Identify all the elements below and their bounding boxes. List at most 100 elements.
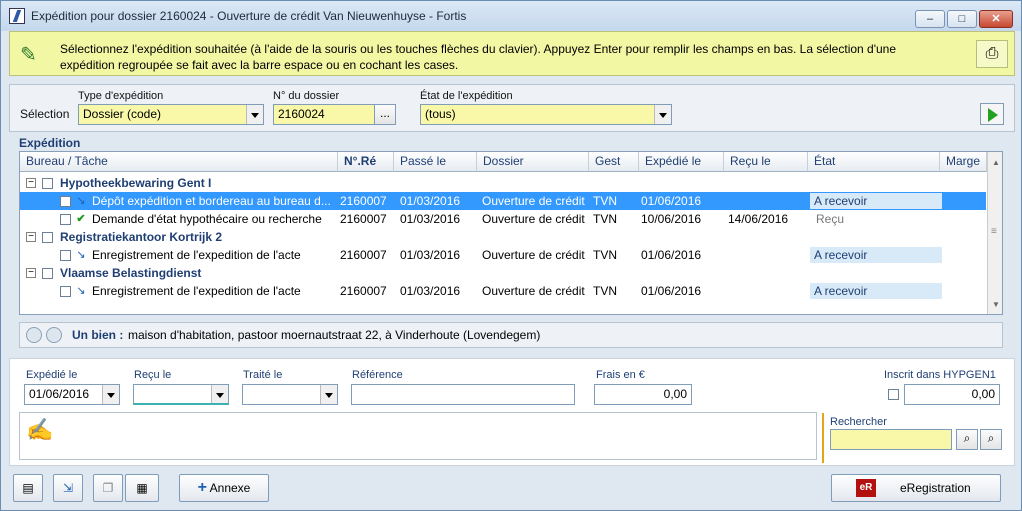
group-checkbox[interactable] xyxy=(42,178,53,189)
transfer-arrow-icon: ⇲ xyxy=(62,481,74,495)
col-gest[interactable]: Gest xyxy=(589,152,639,172)
calendar-button[interactable]: ▦ xyxy=(125,474,159,502)
dossier-cell: Ouverture de crédit xyxy=(482,212,585,226)
info-text: Sélectionnez l'expédition souhaitée (à l… xyxy=(60,42,897,72)
eregistration-logo-icon: eR xyxy=(856,479,876,497)
vertical-scrollbar[interactable]: ▲ ≡ ▼ xyxy=(987,152,1002,314)
dossier-input[interactable]: 2160024 xyxy=(273,104,375,125)
notes-area[interactable]: ✍ xyxy=(19,412,817,460)
browse-dossier-button[interactable]: ... xyxy=(374,104,396,125)
chevron-down-icon[interactable] xyxy=(654,105,671,124)
selection-label: Sélection xyxy=(20,107,70,121)
row-checkbox[interactable] xyxy=(60,250,71,261)
table-row[interactable]: ↘ Dépôt expédition et bordereau au burea… xyxy=(20,192,986,210)
row-checkbox[interactable] xyxy=(60,196,71,207)
printer-icon: ⎙ xyxy=(985,45,999,62)
col-expedie[interactable]: Expédié le xyxy=(639,152,724,172)
col-ref[interactable]: N°.Ré xyxy=(338,152,394,172)
scroll-grip-icon[interactable]: ≡ xyxy=(991,226,997,237)
printer-button[interactable]: ⎙ xyxy=(976,40,1008,68)
eregistration-label: eRegistration xyxy=(900,481,971,495)
col-etat[interactable]: État xyxy=(808,152,940,172)
expedie-date-input[interactable]: 01/06/2016 xyxy=(24,384,120,405)
col-dossier[interactable]: Dossier xyxy=(477,152,589,172)
col-passe[interactable]: Passé le xyxy=(394,152,477,172)
ref-cell: 2160007 xyxy=(340,212,387,226)
transfer-button[interactable]: ⇲ xyxy=(53,474,83,502)
collapse-icon[interactable]: − xyxy=(26,178,36,188)
table-row[interactable]: ✔ Demande d'état hypothécaire ou recherc… xyxy=(20,210,986,228)
previous-bien-button[interactable] xyxy=(26,327,42,343)
type-value: Dossier (code) xyxy=(83,107,162,121)
minimize-button[interactable]: – xyxy=(915,10,945,28)
recu-cell: 14/06/2016 xyxy=(728,212,789,226)
col-bureau[interactable]: Bureau / Tâche xyxy=(20,152,338,172)
ref-cell: 2160007 xyxy=(340,248,387,262)
chevron-down-icon[interactable] xyxy=(320,385,337,404)
dossier-cell: Ouverture de crédit xyxy=(482,194,585,208)
task-cell: Enregistrement de l'expedition de l'acte xyxy=(92,284,301,298)
title-bar: Expédition pour dossier 2160024 - Ouvert… xyxy=(1,1,1021,31)
inscrit-label: Inscrit dans HYPGEN1 xyxy=(884,369,996,381)
bien-label: Un bien : xyxy=(72,328,124,342)
close-button[interactable]: ✕ xyxy=(979,10,1013,28)
passe-cell: 01/03/2016 xyxy=(400,284,461,298)
note-pen-icon: ✍ xyxy=(26,417,54,442)
frais-label: Frais en € xyxy=(596,369,645,381)
group-name: Vlaamse Belastingdienst xyxy=(60,266,202,280)
calendar-icon: ▦ xyxy=(136,481,148,495)
annexe-button[interactable]: + Annexe xyxy=(179,474,269,502)
inscrit-checkbox[interactable] xyxy=(888,389,899,400)
play-button[interactable] xyxy=(980,103,1004,125)
collapse-icon[interactable]: − xyxy=(26,232,36,242)
etat-select[interactable]: (tous) xyxy=(420,104,672,125)
search-previous-button[interactable]: ⌕ xyxy=(980,429,1002,450)
group-row[interactable]: − Vlaamse Belastingdienst xyxy=(20,264,986,282)
scroll-up-icon[interactable]: ▲ xyxy=(992,158,1000,167)
dossier-cell: Ouverture de crédit xyxy=(482,284,585,298)
dossier-cell: Ouverture de crédit xyxy=(482,248,585,262)
type-select[interactable]: Dossier (code) xyxy=(78,104,264,125)
group-checkbox[interactable] xyxy=(42,232,53,243)
window: Expédition pour dossier 2160024 - Ouvert… xyxy=(0,0,1022,511)
group-row[interactable]: − Hypotheekbewaring Gent I xyxy=(20,174,986,192)
plus-icon: + xyxy=(197,479,207,496)
col-recu[interactable]: Reçu le xyxy=(724,152,808,172)
next-bien-button[interactable] xyxy=(46,327,62,343)
annexe-label: Annexe xyxy=(209,481,251,495)
col-marge[interactable]: Marge xyxy=(940,152,987,172)
properties-button[interactable]: ▤ xyxy=(13,474,43,502)
chevron-down-icon[interactable] xyxy=(211,385,228,403)
expedie-cell: 10/06/2016 xyxy=(641,212,702,226)
eregistration-button[interactable]: eR eRegistration xyxy=(831,474,1001,502)
expedie-date-value: 01/06/2016 xyxy=(29,387,90,401)
group-row[interactable]: − Registratiekantoor Kortrijk 2 xyxy=(20,228,986,246)
chevron-down-icon[interactable] xyxy=(102,385,119,404)
scroll-down-icon[interactable]: ▼ xyxy=(992,300,1000,309)
selection-panel: Sélection Type d'expédition Dossier (cod… xyxy=(9,84,1015,132)
rechercher-label: Rechercher xyxy=(830,416,887,428)
row-checkbox[interactable] xyxy=(60,214,71,225)
maximize-button[interactable]: □ xyxy=(947,10,977,28)
row-checkbox[interactable] xyxy=(60,286,71,297)
copy-icon: ❐ xyxy=(102,481,114,495)
bien-bar: Un bien : maison d'habitation, pastoor m… xyxy=(19,322,1003,348)
search-divider xyxy=(822,413,824,463)
traite-date-input[interactable] xyxy=(242,384,338,405)
group-checkbox[interactable] xyxy=(42,268,53,279)
copy-button[interactable]: ❐ xyxy=(93,474,123,502)
search-next-button[interactable]: ⌕ xyxy=(956,429,978,450)
chevron-down-icon[interactable] xyxy=(246,105,263,124)
frais-input[interactable]: 0,00 xyxy=(594,384,692,405)
task-cell: Dépôt expédition et bordereau au bureau … xyxy=(92,194,331,208)
recu-date-input[interactable] xyxy=(133,384,229,405)
bien-value: maison d'habitation, pastoor moernautstr… xyxy=(128,328,541,342)
table-row[interactable]: ↘ Enregistrement de l'expedition de l'ac… xyxy=(20,246,986,264)
collapse-icon[interactable]: − xyxy=(26,268,36,278)
dispatch-arrow-icon: ↘ xyxy=(76,249,86,261)
reference-input[interactable] xyxy=(351,384,575,405)
inscrit-input[interactable]: 0,00 xyxy=(904,384,1000,405)
rechercher-input[interactable] xyxy=(830,429,952,450)
reference-label: Référence xyxy=(352,369,403,381)
table-row[interactable]: ↘ Enregistrement de l'expedition de l'ac… xyxy=(20,282,986,300)
